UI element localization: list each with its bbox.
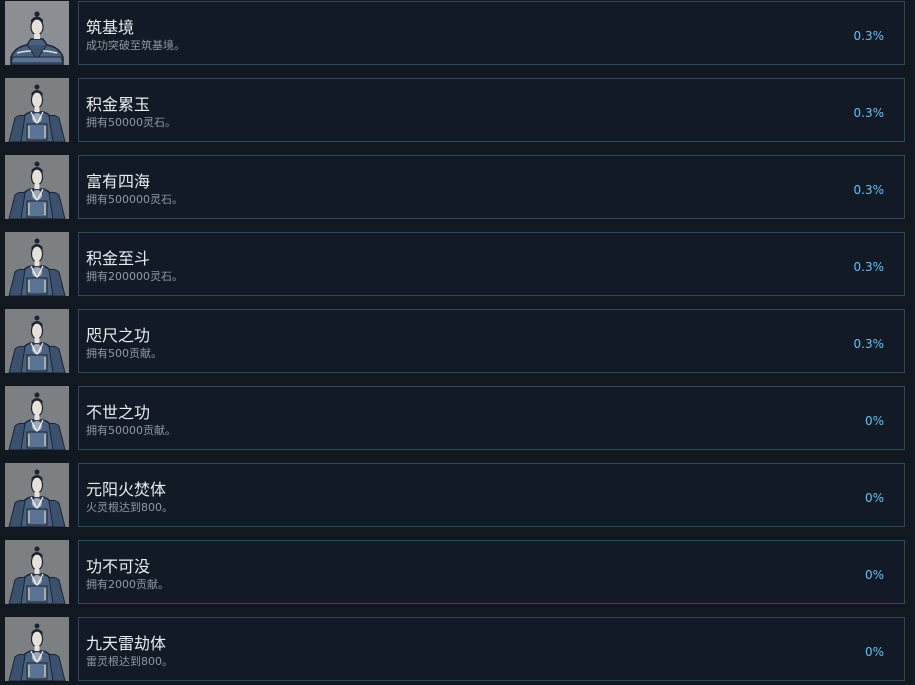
- achievement-description: 拥有200000灵石。: [86, 270, 183, 283]
- achievement-row[interactable]: 积金至斗 拥有200000灵石。 0.3%: [0, 231, 915, 297]
- achievement-row[interactable]: 筑基境 成功突破至筑基境。 0.3%: [0, 0, 915, 66]
- achievement-card: 积金累玉 拥有50000灵石。 0.3%: [78, 78, 905, 142]
- cultivator-robed-icon: [5, 463, 69, 527]
- achievement-title: 积金累玉: [86, 95, 151, 114]
- achievement-description: 火灵根达到800。: [86, 501, 173, 514]
- achievement-description: 拥有500000灵石。: [86, 193, 183, 206]
- achievement-description: 拥有50000贡献。: [86, 424, 176, 437]
- achievement-unlock-percent: 0.3%: [853, 260, 885, 274]
- achievement-unlock-percent: 0.3%: [853, 337, 885, 351]
- cultivator-robed-icon: [5, 617, 69, 681]
- achievement-unlock-percent: 0%: [864, 414, 884, 428]
- achievement-card: 咫尺之功 拥有500贡献。 0.3%: [78, 309, 905, 373]
- achievement-title: 不世之功: [86, 403, 151, 422]
- achievement-row[interactable]: 九天雷劫体 雷灵根达到800。 0%: [0, 616, 915, 682]
- achievement-row[interactable]: 积金累玉 拥有50000灵石。 0.3%: [0, 77, 915, 143]
- achievement-unlock-percent: 0%: [864, 645, 884, 659]
- achievement-title: 九天雷劫体: [86, 634, 167, 653]
- achievement-row[interactable]: 不世之功 拥有50000贡献。 0%: [0, 385, 915, 451]
- achievement-title: 功不可没: [86, 557, 151, 576]
- cultivator-robed-icon: [5, 386, 69, 450]
- achievement-card: 富有四海 拥有500000灵石。 0.3%: [78, 155, 905, 219]
- achievement-description: 拥有500贡献。: [86, 347, 162, 360]
- cultivator-meditating-icon: [5, 1, 69, 65]
- cultivator-robed-icon: [5, 78, 69, 142]
- achievement-description: 雷灵根达到800。: [86, 655, 173, 668]
- achievement-description: 成功突破至筑基境。: [86, 39, 185, 52]
- achievement-card: 功不可没 拥有2000贡献。 0%: [78, 540, 905, 604]
- achievement-row[interactable]: 富有四海 拥有500000灵石。 0.3%: [0, 154, 915, 220]
- achievement-card: 元阳火焚体 火灵根达到800。 0%: [78, 463, 905, 527]
- achievement-unlock-percent: 0.3%: [853, 106, 885, 120]
- achievement-row[interactable]: 元阳火焚体 火灵根达到800。 0%: [0, 462, 915, 528]
- achievement-description: 拥有50000灵石。: [86, 116, 176, 129]
- achievement-title: 元阳火焚体: [86, 480, 167, 499]
- achievement-title: 咫尺之功: [86, 326, 151, 345]
- achievement-row[interactable]: 功不可没 拥有2000贡献。 0%: [0, 539, 915, 605]
- achievement-title: 筑基境: [86, 18, 135, 37]
- achievement-unlock-percent: 0.3%: [853, 183, 885, 197]
- achievement-list: 筑基境 成功突破至筑基境。 0.3% 积金累玉 拥有50000灵石。 0.3% …: [0, 0, 915, 685]
- achievement-title: 富有四海: [86, 172, 151, 191]
- cultivator-robed-icon: [5, 155, 69, 219]
- cultivator-robed-icon: [5, 309, 69, 373]
- achievement-description: 拥有2000贡献。: [86, 578, 169, 591]
- achievement-row[interactable]: 咫尺之功 拥有500贡献。 0.3%: [0, 308, 915, 374]
- achievement-title: 积金至斗: [86, 249, 151, 268]
- cultivator-robed-icon: [5, 540, 69, 604]
- achievement-unlock-percent: 0%: [864, 491, 884, 505]
- cultivator-robed-icon: [5, 232, 69, 296]
- achievement-unlock-percent: 0%: [864, 568, 884, 582]
- achievement-unlock-percent: 0.3%: [853, 29, 885, 43]
- achievement-card: 九天雷劫体 雷灵根达到800。 0%: [78, 617, 905, 681]
- achievement-card: 积金至斗 拥有200000灵石。 0.3%: [78, 232, 905, 296]
- achievement-card: 不世之功 拥有50000贡献。 0%: [78, 386, 905, 450]
- achievement-card: 筑基境 成功突破至筑基境。 0.3%: [78, 1, 905, 65]
